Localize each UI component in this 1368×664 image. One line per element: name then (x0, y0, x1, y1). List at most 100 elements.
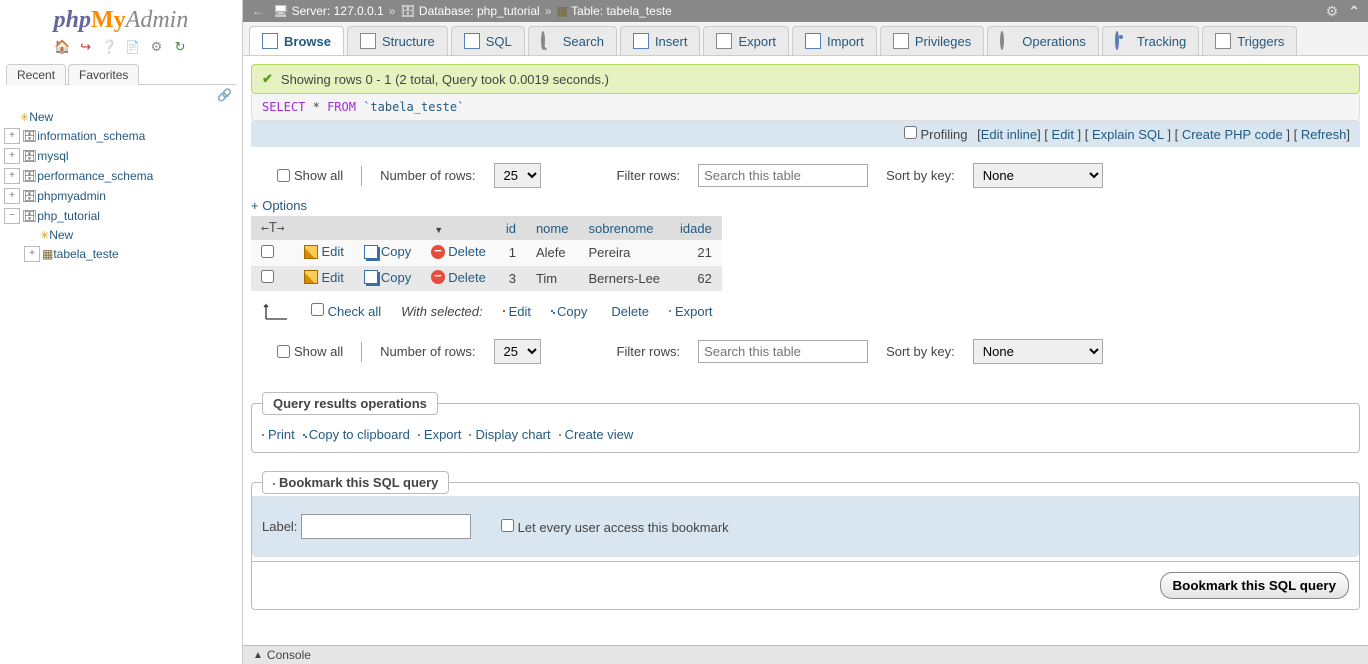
row-edit[interactable]: Edit (304, 270, 343, 285)
nav-arrows-icon[interactable]: ←T→ (261, 221, 284, 236)
nav-collapse-icon[interactable]: ← (251, 4, 265, 18)
tree-db-phpmyadmin[interactable]: phpmyadmin (37, 189, 106, 203)
show-all-checkbox[interactable] (277, 169, 290, 182)
breadcrumb-server[interactable]: 127.0.0.1 (334, 4, 384, 18)
bulk-delete[interactable]: Delete (607, 304, 649, 319)
row-checkbox[interactable] (261, 245, 274, 258)
check-all-link[interactable]: Check all (328, 304, 381, 319)
expand-icon[interactable] (4, 188, 20, 204)
tab-export[interactable]: Export (703, 26, 789, 55)
sort-select[interactable]: None (973, 339, 1103, 364)
filter-label: Filter rows: (617, 168, 681, 183)
col-nome[interactable]: nome (536, 221, 569, 236)
tab-browse[interactable]: Browse (249, 26, 344, 55)
profiling-checkbox[interactable] (904, 126, 917, 139)
cell-nome: Alefe (526, 240, 579, 266)
expand-icon[interactable] (4, 148, 20, 164)
console-caret-icon: ▲ (253, 650, 263, 661)
cell-sobrenome: Pereira (578, 240, 670, 266)
bulk-edit[interactable]: Edit (503, 304, 531, 319)
logout-icon[interactable] (78, 39, 94, 55)
collapse-icon[interactable] (4, 208, 20, 224)
pencil-icon (503, 310, 505, 312)
reload-icon[interactable] (172, 39, 188, 55)
tab-tracking[interactable]: Tracking (1102, 26, 1199, 55)
tree-db-performance-schema[interactable]: performance_schema (37, 169, 153, 183)
sql-query-icon[interactable] (125, 39, 141, 55)
expand-icon[interactable] (4, 168, 20, 184)
refresh-link[interactable]: Refresh (1301, 127, 1347, 142)
qro-print[interactable]: Print (262, 427, 295, 442)
tree-db-mysql[interactable]: mysql (37, 149, 68, 163)
phpmyadmin-logo[interactable]: phpMyAdmin (0, 3, 242, 34)
sort-caret-icon[interactable]: ▼ (434, 225, 443, 235)
triggers-icon (1215, 33, 1231, 49)
tree-db-php-tutorial[interactable]: php_tutorial (37, 209, 100, 223)
link-icon[interactable] (217, 87, 232, 102)
profiling-label: Profiling (921, 127, 968, 142)
filter-input[interactable] (698, 164, 868, 187)
tab-favorites[interactable]: Favorites (68, 64, 139, 85)
show-all-checkbox[interactable] (277, 345, 290, 358)
collapse-top-icon[interactable] (1348, 3, 1360, 20)
tree-new-db[interactable]: New (29, 110, 53, 124)
tab-sql[interactable]: SQL (451, 26, 525, 55)
server-label: Server: (292, 4, 331, 18)
qro-chart[interactable]: Display chart (469, 427, 550, 442)
sort-select[interactable]: None (973, 163, 1103, 188)
col-id[interactable]: id (506, 221, 516, 236)
expand-icon[interactable] (24, 246, 40, 262)
qro-export[interactable]: Export (418, 427, 462, 442)
explain-sql-link[interactable]: Explain SQL (1092, 127, 1164, 142)
options-toggle[interactable]: + Options (251, 198, 307, 213)
cell-idade: 21 (670, 240, 722, 266)
row-delete[interactable]: Delete (431, 270, 486, 285)
tab-search[interactable]: Search (528, 26, 617, 55)
bookmark-label-input[interactable] (301, 514, 471, 539)
breadcrumb-table[interactable]: tabela_teste (606, 4, 671, 18)
create-php-link[interactable]: Create PHP code (1182, 127, 1283, 142)
tab-triggers[interactable]: Triggers (1202, 26, 1297, 55)
tab-recent[interactable]: Recent (6, 64, 66, 85)
chart-icon (469, 434, 471, 436)
tab-import[interactable]: Import (792, 26, 877, 55)
docs-icon[interactable] (101, 39, 117, 55)
console-bar[interactable]: ▲ Console (243, 645, 1368, 664)
breadcrumb-bar: ← Server: 127.0.0.1 » Database: php_tuto… (243, 0, 1368, 22)
arrow-up-icon (261, 301, 291, 321)
edit-link[interactable]: Edit (1052, 127, 1074, 142)
tree-db-information-schema[interactable]: information_schema (37, 129, 145, 143)
row-checkbox[interactable] (261, 270, 274, 283)
settings-icon[interactable] (148, 39, 164, 55)
bookmark-submit-button[interactable]: Bookmark this SQL query (1160, 572, 1349, 599)
tab-operations[interactable]: Operations (987, 26, 1099, 55)
row-edit[interactable]: Edit (304, 244, 343, 259)
page-settings-icon[interactable] (1326, 3, 1339, 20)
expand-icon[interactable] (4, 128, 20, 144)
num-rows-select[interactable]: 25 (494, 163, 541, 188)
check-all-checkbox[interactable] (311, 303, 324, 316)
table-tabs: Browse Structure SQL Search Insert Expor… (243, 22, 1368, 56)
edit-inline-link[interactable]: Edit inline (981, 127, 1037, 142)
tree-new-table[interactable]: New (49, 228, 73, 242)
qro-view[interactable]: Create view (559, 427, 634, 442)
import-icon (805, 33, 821, 49)
tree-table-tabela-teste[interactable]: tabela_teste (53, 247, 118, 261)
bulk-export[interactable]: Export (669, 304, 713, 319)
tab-insert[interactable]: Insert (620, 26, 701, 55)
tab-structure[interactable]: Structure (347, 26, 448, 55)
logo-my: My (91, 7, 126, 33)
filter-input[interactable] (698, 340, 868, 363)
row-copy[interactable]: Copy (364, 270, 411, 285)
col-idade[interactable]: idade (680, 221, 712, 236)
num-rows-select[interactable]: 25 (494, 339, 541, 364)
bookmark-public-checkbox[interactable] (501, 519, 514, 532)
col-sobrenome[interactable]: sobrenome (588, 221, 653, 236)
row-copy[interactable]: Copy (364, 244, 411, 259)
home-icon[interactable] (54, 39, 70, 55)
bulk-copy[interactable]: Copy (551, 304, 587, 319)
qro-copy-clipboard[interactable]: Copy to clipboard (303, 427, 410, 442)
breadcrumb-database[interactable]: php_tutorial (477, 4, 540, 18)
row-delete[interactable]: Delete (431, 244, 486, 259)
tab-privileges[interactable]: Privileges (880, 26, 984, 55)
